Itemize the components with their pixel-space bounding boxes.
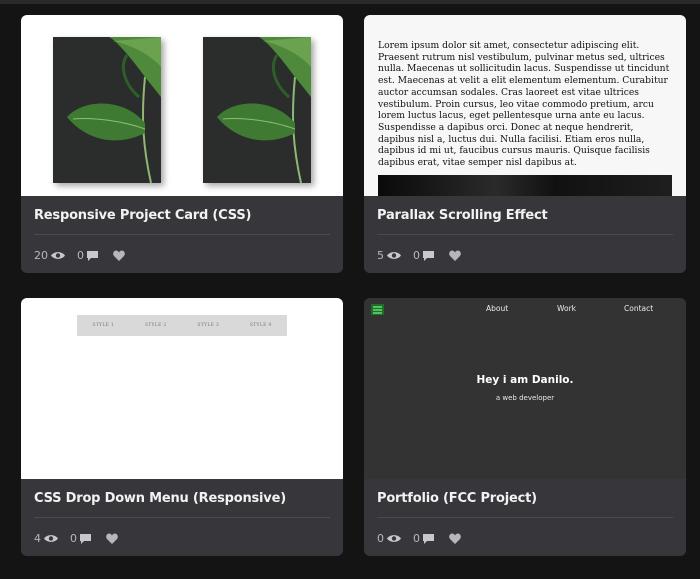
card-title[interactable]: Responsive Project Card (CSS) (34, 208, 251, 223)
card-footer: Parallax Scrolling Effect 5 0 (364, 196, 686, 273)
comments-count: 0 (77, 249, 84, 262)
like-button[interactable] (110, 250, 125, 261)
project-card[interactable]: Lorem ipsum dolor sit amet, consectetur … (364, 15, 686, 273)
views-stat: 20 (34, 249, 65, 262)
card-preview[interactable]: STYLE 1 STYLE 2 STYLE 3 STYLE 4 (21, 298, 343, 479)
project-card[interactable]: STYLE 1 STYLE 2 STYLE 3 STYLE 4 CSS Drop… (21, 298, 343, 556)
card-preview[interactable] (21, 15, 343, 196)
card-footer: Portfolio (FCC Project) 0 0 (364, 479, 686, 556)
card-stats: 20 0 (34, 249, 137, 262)
comments-count: 0 (413, 249, 420, 262)
leaf-photo (203, 37, 311, 184)
comments-count: 0 (413, 532, 420, 545)
card-stats: 5 0 (377, 249, 473, 262)
hero-subheading: a web developer (495, 394, 555, 402)
views-count: 4 (34, 532, 41, 545)
dropdown-menu-bar: STYLE 1 STYLE 2 STYLE 3 STYLE 4 (77, 315, 287, 336)
card-stats: 4 0 (34, 532, 130, 545)
project-card[interactable]: About Work Contact Hey i am Danilo. a we… (364, 298, 686, 556)
views-count: 5 (377, 249, 384, 262)
eye-icon (387, 535, 401, 542)
comments-count: 0 (70, 532, 77, 545)
comment-icon (80, 533, 91, 544)
comment-icon (423, 533, 434, 544)
card-footer: Responsive Project Card (CSS) 20 0 (21, 196, 343, 273)
eye-icon (51, 252, 65, 259)
menu-item: STYLE 2 (144, 323, 167, 328)
eye-icon (44, 535, 58, 542)
nav-link-about: About (486, 304, 509, 313)
card-footer: CSS Drop Down Menu (Responsive) 4 0 (21, 479, 343, 556)
card-preview[interactable]: About Work Contact Hey i am Danilo. a we… (364, 298, 686, 479)
comment-icon (423, 250, 434, 261)
views-count: 20 (34, 249, 48, 262)
heart-icon (113, 250, 125, 261)
heart-icon (449, 250, 461, 261)
menu-item: STYLE 3 (197, 323, 220, 328)
comments-stat[interactable]: 0 (413, 532, 434, 545)
card-stats: 0 0 (377, 532, 473, 545)
views-stat: 4 (34, 532, 58, 545)
divider (34, 234, 330, 235)
heart-icon (106, 533, 118, 544)
lorem-text: Lorem ipsum dolor sit amet, consectetur … (378, 40, 670, 169)
views-stat: 0 (377, 532, 401, 545)
divider (377, 234, 673, 235)
comments-stat[interactable]: 0 (77, 249, 98, 262)
like-button[interactable] (446, 250, 461, 261)
like-button[interactable] (103, 533, 118, 544)
comments-stat[interactable]: 0 (413, 249, 434, 262)
menu-item: STYLE 1 (92, 323, 115, 328)
parallax-image (378, 175, 672, 196)
comment-icon (87, 250, 98, 261)
card-title[interactable]: CSS Drop Down Menu (Responsive) (34, 491, 286, 506)
card-title[interactable]: Portfolio (FCC Project) (377, 491, 537, 506)
divider (377, 517, 673, 518)
menu-item: STYLE 4 (249, 323, 272, 328)
leaf-photo (53, 37, 161, 184)
top-bar (0, 0, 700, 4)
views-stat: 5 (377, 249, 401, 262)
hero-heading: Hey i am Danilo. (476, 374, 574, 386)
divider (34, 517, 330, 518)
comments-stat[interactable]: 0 (70, 532, 91, 545)
card-title[interactable]: Parallax Scrolling Effect (377, 208, 548, 223)
menu-icon (371, 304, 384, 315)
views-count: 0 (377, 532, 384, 545)
heart-icon (449, 533, 461, 544)
card-preview[interactable]: Lorem ipsum dolor sit amet, consectetur … (364, 15, 686, 196)
nav-link-contact: Contact (624, 304, 654, 313)
project-card[interactable]: Responsive Project Card (CSS) 20 0 (21, 15, 343, 273)
like-button[interactable] (446, 533, 461, 544)
nav-link-work: Work (557, 304, 576, 313)
eye-icon (387, 252, 401, 259)
